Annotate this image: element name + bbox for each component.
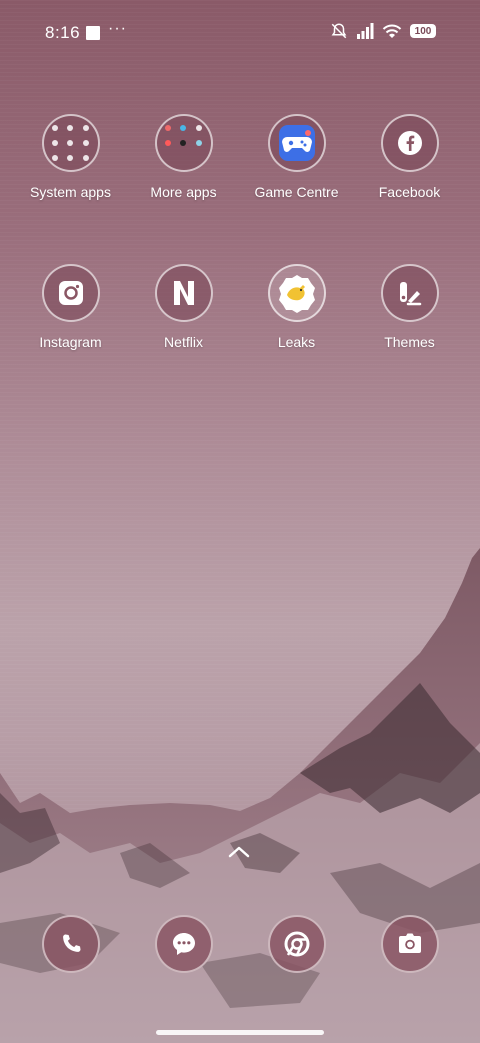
notification-square-icon — [86, 26, 100, 40]
wifi-icon — [382, 24, 402, 38]
dock-chrome[interactable] — [242, 915, 352, 973]
app-instagram[interactable]: Instagram — [16, 264, 126, 350]
battery-indicator: 100 — [410, 24, 436, 38]
dock-phone[interactable] — [16, 915, 126, 973]
app-facebook[interactable]: Facebook — [355, 114, 465, 200]
app-label: System apps — [30, 184, 111, 200]
app-game-centre[interactable]: Game Centre — [242, 114, 352, 200]
app-label: Leaks — [277, 334, 316, 350]
status-bar: 8:16 ··· 100 — [0, 18, 480, 48]
app-netflix[interactable]: Netflix — [129, 264, 239, 350]
dock-messages[interactable] — [129, 915, 239, 973]
status-icons: 100 — [330, 22, 436, 40]
app-row-2: Instagram Netflix Leaks Themes — [0, 264, 480, 350]
app-leaks[interactable]: Leaks — [242, 264, 352, 350]
home-indicator[interactable] — [156, 1030, 324, 1035]
app-more-apps[interactable]: More apps — [129, 114, 239, 200]
facebook-icon[interactable] — [380, 114, 439, 172]
more-notifications-icon: ··· — [108, 20, 127, 37]
app-label: Game Centre — [254, 184, 339, 200]
swipe-up-chevron-icon[interactable] — [228, 845, 250, 859]
app-label: Netflix — [164, 334, 203, 350]
dock-camera[interactable] — [355, 915, 465, 973]
camera-icon[interactable] — [380, 915, 439, 973]
themes-icon[interactable] — [380, 264, 439, 322]
phone-icon[interactable] — [41, 915, 100, 973]
clock: 8:16 — [45, 23, 81, 42]
app-label: Facebook — [378, 184, 441, 200]
dock — [0, 915, 480, 973]
messages-icon[interactable] — [154, 915, 213, 973]
instagram-icon[interactable] — [41, 264, 100, 322]
silent-bell-icon — [331, 23, 347, 39]
app-system-apps[interactable]: System apps — [16, 114, 126, 200]
folder-icon[interactable] — [41, 114, 100, 172]
bird-icon[interactable] — [267, 264, 326, 322]
app-row-1: System apps More apps Game Centre Facebo… — [0, 114, 480, 200]
app-grid: System apps More apps Game Centre Facebo… — [0, 114, 480, 414]
app-themes[interactable]: Themes — [355, 264, 465, 350]
app-label: Themes — [384, 334, 435, 350]
folder-icon[interactable] — [154, 114, 213, 172]
game-controller-icon[interactable] — [267, 114, 326, 172]
app-label: Instagram — [39, 334, 102, 350]
signal-icon — [357, 23, 374, 39]
app-label: More apps — [150, 184, 217, 200]
netflix-icon[interactable] — [154, 264, 213, 322]
chrome-icon[interactable] — [267, 915, 326, 973]
